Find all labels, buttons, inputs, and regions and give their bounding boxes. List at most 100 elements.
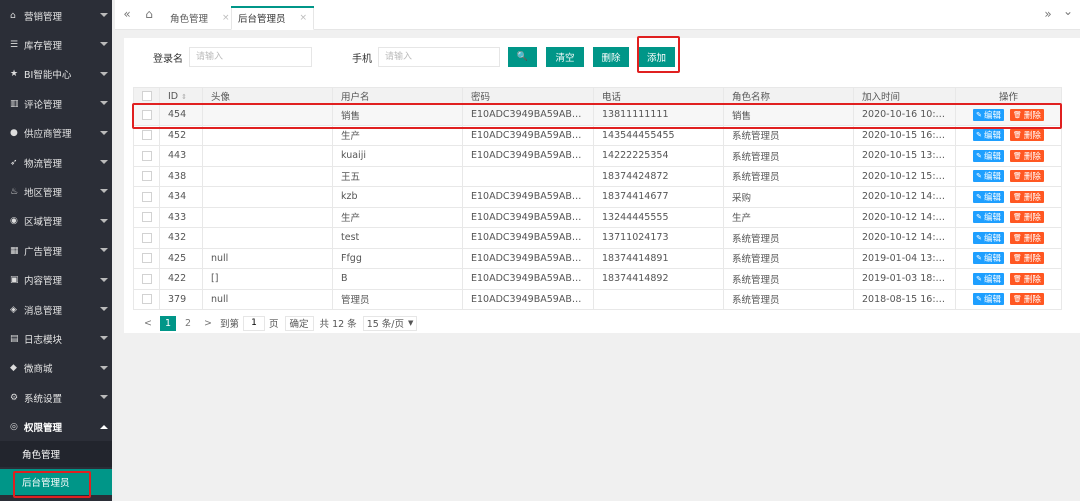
goto-page-input[interactable] [243, 315, 266, 331]
delete-selected-button[interactable]: 删除 [593, 47, 629, 67]
prev-page-button[interactable]: < [140, 316, 156, 331]
next-page-button[interactable]: > [200, 316, 216, 331]
row-checkbox[interactable] [141, 273, 152, 284]
table-row[interactable]: 433 生产 E10ADC3949BA59ABB… 13244445555 生产 2020… [133, 206, 1062, 228]
table-row[interactable]: 454 销售 E10ADC3949BA59ABB… 13811111111 销售 2020… [133, 104, 1062, 126]
delete-button[interactable]: 🗑 删除 [1009, 211, 1044, 224]
delete-button[interactable]: 🗑 删除 [1009, 170, 1044, 183]
sidebar-item[interactable]: ◈ 消息管理 [0, 295, 114, 324]
edit-button[interactable]: ✎ 编辑 [973, 108, 1004, 121]
edit-button[interactable]: ✎ 编辑 [973, 129, 1004, 142]
row-select-cell[interactable] [133, 186, 160, 208]
row-select-cell[interactable] [133, 165, 160, 187]
sidebar-subitem-admin-users[interactable]: 后台管理员 [0, 469, 114, 495]
sidebar-item[interactable]: ◉ 区域管理 [0, 207, 114, 236]
table-row[interactable]: 379 null 管理员 E10ADC3949BA59ABB… 系统管理员 2018-08… [133, 288, 1062, 310]
row-checkbox[interactable] [141, 171, 152, 182]
edit-button[interactable]: ✎ 编辑 [973, 231, 1004, 244]
tabs-back-icon[interactable]: « [119, 7, 135, 21]
login-name-input[interactable] [189, 47, 312, 67]
sidebar-item[interactable]: ▤ 日志模块 [0, 324, 114, 353]
table-row[interactable]: 452 生产 E10ADC3949BA59ABB… 143544455455 系统管理员… [133, 124, 1062, 146]
edit-button[interactable]: ✎ 编辑 [973, 252, 1004, 265]
edit-button[interactable]: ✎ 编辑 [973, 149, 1004, 162]
page-1-button[interactable]: 1 [160, 315, 176, 331]
row-select-cell[interactable] [133, 206, 160, 228]
sort-icon[interactable]: ⇕ [181, 93, 187, 101]
tab-role-management[interactable]: 角色管理 × [164, 6, 236, 30]
delete-button[interactable]: 🗑 删除 [1009, 149, 1044, 162]
delete-button[interactable]: 🗑 删除 [1009, 108, 1044, 121]
delete-button[interactable]: 🗑 删除 [1009, 252, 1044, 265]
phone-input[interactable] [378, 47, 500, 67]
sidebar-item[interactable]: ▦ 广告管理 [0, 236, 114, 265]
goto-confirm-button[interactable]: 确定 [284, 315, 314, 331]
row-checkbox[interactable] [141, 191, 152, 202]
trash-icon: 🗑 [1012, 172, 1022, 181]
delete-button[interactable]: 🗑 删除 [1009, 231, 1044, 244]
table-row[interactable]: 443 kuaiji E10ADC3949BA59ABB… 14222225354 系统… [133, 145, 1062, 167]
sidebar: ⌂ 营销管理 ☰ 库存管理 ★ BI智能中心 ▥ 评论管理 ● 供应商管理 ➶ 物流管理 ♨ 地区管理 ◉ 区… [0, 0, 114, 501]
sidebar-subitem-role-management[interactable]: 角色管理 [0, 441, 114, 467]
row-select-cell[interactable] [133, 124, 160, 146]
select-all-cell[interactable] [133, 87, 160, 105]
delete-button[interactable]: 🗑 删除 [1009, 190, 1044, 203]
delete-button[interactable]: 🗑 删除 [1009, 129, 1044, 142]
cell-username: 生产 [332, 206, 463, 228]
edit-button[interactable]: ✎ 编辑 [973, 170, 1004, 183]
table-row[interactable]: 434 kzb E10ADC3949BA59ABB… 18374414677 采购 202… [133, 186, 1062, 208]
clear-button[interactable]: 清空 [546, 47, 584, 67]
sidebar-item[interactable]: ⚙ 系统设置 [0, 383, 114, 412]
sidebar-item[interactable]: ⌂ 营销管理 [0, 1, 114, 30]
sidebar-item[interactable]: ➶ 物流管理 [0, 148, 114, 177]
row-checkbox[interactable] [141, 294, 152, 305]
tab-admin-users[interactable]: 后台管理员 × [231, 6, 315, 30]
edit-button[interactable]: ✎ 编辑 [973, 272, 1004, 285]
row-select-cell[interactable] [133, 288, 160, 310]
table-row[interactable]: 432 test E10ADC3949BA59ABB… 13711024173 系统管理… [133, 227, 1062, 249]
edit-button[interactable]: ✎ 编辑 [973, 293, 1004, 306]
sidebar-item[interactable]: ▥ 评论管理 [0, 89, 114, 118]
sidebar-item[interactable]: ♨ 地区管理 [0, 177, 114, 206]
row-checkbox[interactable] [141, 232, 152, 243]
search-button[interactable]: 🔍 [508, 47, 537, 67]
row-select-cell[interactable] [133, 145, 160, 167]
chevron-down-icon [100, 71, 108, 76]
sidebar-item[interactable]: ▣ 内容管理 [0, 266, 114, 295]
edit-button[interactable]: ✎ 编辑 [973, 190, 1004, 203]
sidebar-item[interactable]: ◆ 微商城 [0, 354, 114, 383]
select-all-checkbox[interactable] [141, 91, 152, 101]
sidebar-item[interactable]: ★ BI智能中心 [0, 60, 114, 89]
cell-password: E10ADC3949BA59ABB… [462, 186, 594, 208]
chevron-down-icon[interactable]: ⌄ [1060, 4, 1076, 18]
row-checkbox[interactable] [141, 253, 152, 264]
sidebar-item[interactable]: ☰ 库存管理 [0, 30, 114, 59]
row-select-cell[interactable] [133, 247, 160, 269]
row-checkbox[interactable] [141, 130, 152, 141]
page-2-button[interactable]: 2 [180, 316, 196, 331]
table-row[interactable]: 438 王五 18374424872 系统管理员 2020-10-12 15:48 ✎ 编辑… [133, 165, 1062, 187]
add-button[interactable]: 添加 [638, 47, 675, 67]
row-select-cell[interactable] [133, 268, 160, 290]
page-size-select[interactable]: 15 条/页 ▼ [362, 315, 418, 331]
row-checkbox[interactable] [141, 150, 152, 161]
location-icon: ◉ [10, 216, 18, 227]
row-checkbox[interactable] [141, 109, 152, 120]
sidebar-scrollbar[interactable] [112, 0, 115, 501]
column-header-id[interactable]: ID ⇕ [159, 87, 203, 105]
row-select-cell[interactable] [133, 227, 160, 249]
close-icon[interactable]: × [300, 13, 308, 23]
sidebar-item[interactable]: ● 供应商管理 [0, 119, 114, 148]
close-icon[interactable]: × [222, 13, 230, 23]
delete-button[interactable]: 🗑 删除 [1009, 293, 1044, 306]
tabs-forward-icon[interactable]: » [1040, 7, 1056, 21]
row-checkbox[interactable] [141, 212, 152, 223]
sidebar-item[interactable]: ◎ 权限管理 [0, 413, 114, 442]
table-row[interactable]: 425 null Ffgg E10ADC3949BA59ABB… 18374414891… [133, 247, 1062, 269]
home-icon[interactable]: ⌂ [141, 7, 157, 21]
edit-button[interactable]: ✎ 编辑 [973, 211, 1004, 224]
cell-role: 系统管理员 [723, 227, 854, 249]
delete-button[interactable]: 🗑 删除 [1009, 272, 1044, 285]
table-row[interactable]: 422[] B E10ADC3949BA59ABB… 18374414892 系统管理员… [133, 268, 1062, 290]
row-select-cell[interactable] [133, 104, 160, 126]
